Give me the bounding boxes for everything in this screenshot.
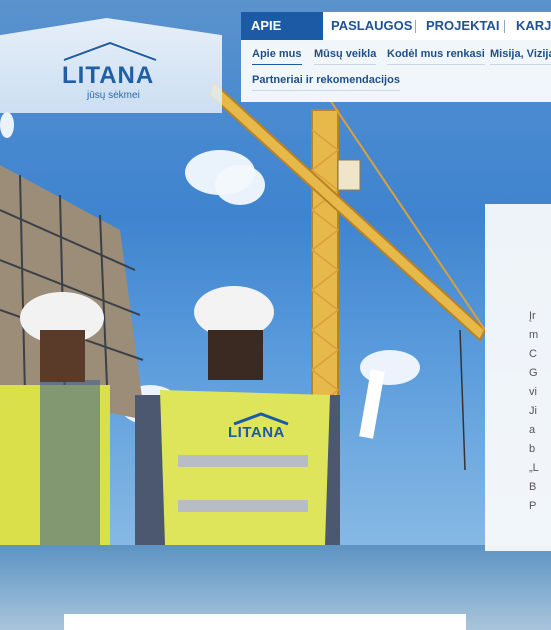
card-text-line: C xyxy=(529,348,537,360)
submenu-item-apie-mus[interactable]: Apie mus xyxy=(252,48,302,65)
logo[interactable]: LITANA jūsų sėkmei xyxy=(60,40,170,101)
submenu-item-misija-vizija[interactable]: Misija, Vizija, xyxy=(490,48,551,65)
card-text-line: a xyxy=(529,424,536,436)
vest-brand: LITANA xyxy=(228,424,285,441)
logo-name: LITANA xyxy=(62,62,155,89)
logo-tagline: jūsų sėkmei xyxy=(87,90,140,101)
roof-icon xyxy=(63,41,157,62)
card-text-line: vi xyxy=(529,386,537,398)
nav-separator xyxy=(504,20,505,33)
nav-item-paslaugos[interactable]: PASLAUGOS xyxy=(321,12,422,40)
nav-item-projektai[interactable]: PROJEKTAI xyxy=(416,12,509,40)
card-text-line: Ji xyxy=(529,405,537,417)
submenu: Apie mus Mūsų veikla Kodėl mus renkasi M… xyxy=(241,40,551,102)
card-text-line: Įr xyxy=(529,310,536,322)
submenu-item-partneriai[interactable]: Partneriai ir rekomendacijos xyxy=(252,74,400,91)
card-text-line: P xyxy=(529,500,537,512)
card-text-line: b xyxy=(529,443,536,455)
card-text-line: m xyxy=(529,329,539,341)
submenu-item-musu-veikla[interactable]: Mūsų veikla xyxy=(314,48,377,65)
bottom-content-card xyxy=(64,614,466,630)
nav-item-apie-mus[interactable]: APIE MUS xyxy=(241,12,323,61)
main-nav: APIE MUS PASLAUGOS PROJEKTAI KARJE xyxy=(241,12,551,61)
content-card: Įr m C G vi Ji a b „L B P xyxy=(485,204,551,551)
nav-item-karjera[interactable]: KARJE xyxy=(506,12,551,40)
card-text-line: „L xyxy=(529,462,539,474)
card-text-line: B xyxy=(529,481,537,493)
vest-logo: LITANA xyxy=(226,412,296,442)
card-text-line: G xyxy=(529,367,538,379)
submenu-item-kodel-mus-renkasi[interactable]: Kodėl mus renkasi xyxy=(387,48,485,65)
card-text: Įr m C G vi Ji a b „L B P xyxy=(529,307,551,516)
